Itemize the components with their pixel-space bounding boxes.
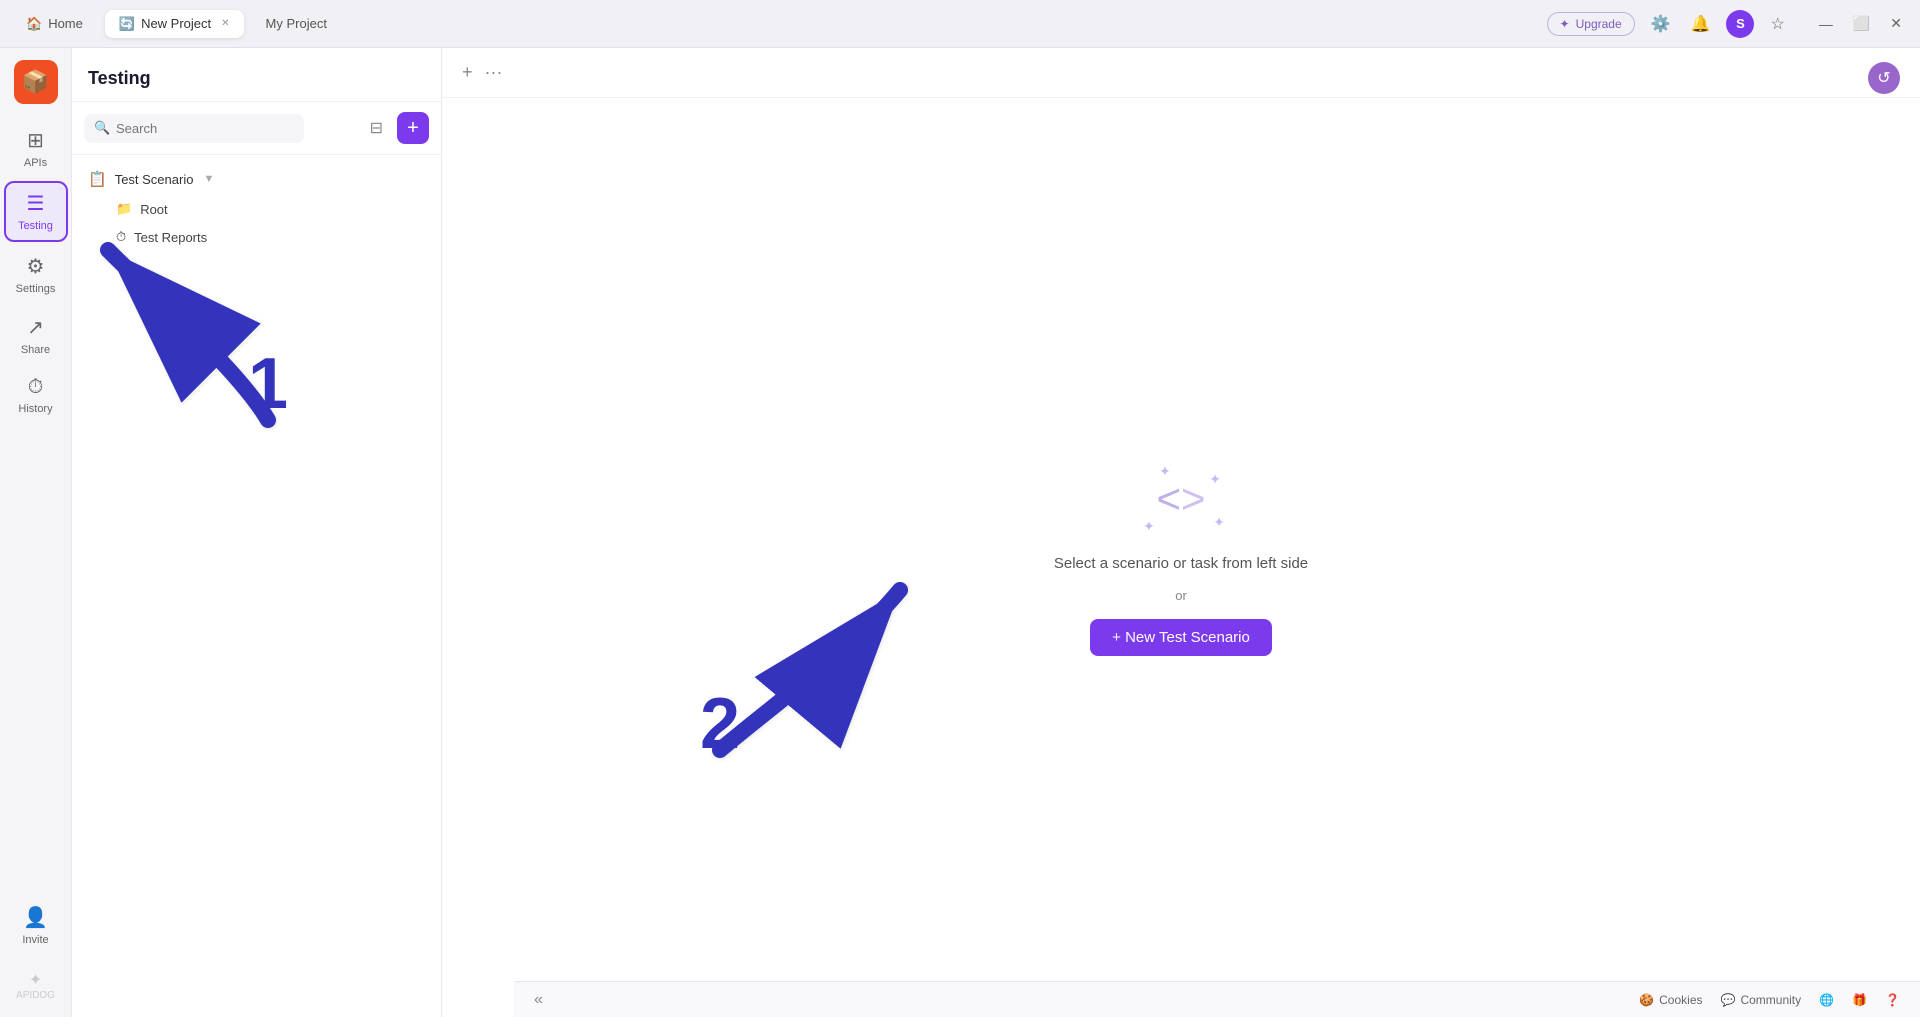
settings-icon: ⚙	[27, 254, 45, 279]
apidog-logo: ✦ APIDOG	[16, 970, 55, 1001]
close-button[interactable]: ✕	[1884, 13, 1908, 34]
upgrade-label: Upgrade	[1576, 17, 1622, 31]
main-layout: 📦 ⊞ APIs ☰ Testing ⚙ Settings ↗ Share ⏱ …	[0, 48, 1920, 1017]
collapse-panel-button[interactable]: «	[534, 991, 543, 1009]
tab-my-project[interactable]: My Project	[252, 10, 341, 37]
test-scenario-icon: 📋	[88, 170, 107, 188]
window-controls: — ⬜ ✕	[1813, 13, 1908, 34]
icon-sidebar: 📦 ⊞ APIs ☰ Testing ⚙ Settings ↗ Share ⏱ …	[0, 48, 72, 1017]
filter-button[interactable]: ⊟	[364, 114, 389, 142]
testing-label: Testing	[18, 220, 53, 232]
question-link[interactable]: ❓	[1885, 993, 1900, 1007]
home-icon: 🏠	[26, 16, 42, 32]
tab-home[interactable]: 🏠 Home	[12, 10, 97, 38]
code-icon-decoration: ✦ ✦ ✦ ✦ < >	[1131, 459, 1231, 539]
invite-label: Invite	[22, 934, 48, 946]
settings-icon-btn[interactable]: ⚙️	[1647, 10, 1675, 38]
content-toolbar: + ···	[442, 48, 1920, 98]
chevron-down-icon: ▼	[203, 173, 214, 185]
reports-icon: ⏱	[116, 229, 126, 245]
empty-state: ✦ ✦ ✦ ✦ < > Select a scenario or task fr…	[442, 98, 1920, 1017]
add-tool-button[interactable]: +	[462, 62, 473, 83]
settings-label: Settings	[16, 283, 56, 295]
panel-toolbar: 🔍 ⊟ +	[72, 102, 441, 155]
title-bar-right: ✦ Upgrade ⚙️ 🔔 S ☆ — ⬜ ✕	[1547, 10, 1908, 38]
sync-icon: ↺	[1877, 68, 1890, 88]
maximize-button[interactable]: ⬜	[1847, 13, 1876, 34]
bottom-bar: « 🍪 Cookies 💬 Community 🌐 🎁 ❓	[514, 981, 1920, 1017]
empty-state-text: Select a scenario or task from left side	[1054, 555, 1308, 572]
new-scenario-label: + New Test Scenario	[1112, 629, 1250, 646]
panel-title: Testing	[72, 48, 441, 102]
test-scenario-label: Test Scenario	[115, 172, 194, 187]
apis-icon: ⊞	[27, 128, 44, 153]
share-icon: ↗	[27, 315, 44, 340]
refresh-icon[interactable]: ↺	[1868, 62, 1900, 94]
main-content: ↺ + ··· ✦ ✦ ✦ ✦ < > Select a scenario or…	[442, 48, 1920, 1017]
help-link[interactable]: 🌐	[1819, 993, 1834, 1007]
search-icon: 🔍	[94, 120, 110, 136]
angle-right-icon: >	[1181, 475, 1206, 523]
community-link[interactable]: 💬 Community	[1721, 993, 1802, 1007]
tree-item-root[interactable]: 📁 Root	[104, 195, 441, 223]
help-icon: 🌐	[1819, 993, 1834, 1007]
angle-left-icon: <	[1156, 475, 1181, 523]
sparkle-icon-1: ✦	[1159, 463, 1171, 480]
notifications-icon-btn[interactable]: 🔔	[1687, 10, 1715, 38]
testing-icon: ☰	[27, 191, 45, 216]
sidebar-item-history[interactable]: ⏱ History	[4, 368, 68, 423]
tab-my-project-label: My Project	[266, 16, 327, 31]
panel-tree: 📋 Test Scenario ▼ 📁 Root ⏱ Test Reports	[72, 155, 441, 259]
sparkle-icon-4: ✦	[1143, 518, 1155, 535]
more-tool-button[interactable]: ···	[485, 62, 503, 83]
gift-icon: 🎁	[1852, 993, 1867, 1007]
tree-item-test-scenario[interactable]: 📋 Test Scenario ▼	[72, 163, 441, 195]
sidebar-item-share[interactable]: ↗ Share	[4, 307, 68, 364]
history-icon: ⏱	[28, 376, 44, 399]
avatar-initial: S	[1736, 16, 1745, 31]
app-logo: 📦	[14, 60, 58, 104]
community-label: Community	[1740, 993, 1801, 1007]
code-brackets: < >	[1156, 475, 1205, 523]
question-icon: ❓	[1885, 993, 1900, 1007]
panel-sidebar: Testing 🔍 ⊟ + 📋 Test Scenario ▼ 📁 Root	[72, 48, 442, 1017]
bookmark-icon-btn[interactable]: ☆	[1766, 10, 1788, 38]
sparkle-icon-3: ✦	[1213, 514, 1225, 531]
apis-label: APIs	[24, 157, 47, 169]
apidog-text: APIDOG	[16, 990, 55, 1001]
test-reports-label: Test Reports	[134, 230, 207, 245]
gift-link[interactable]: 🎁	[1852, 993, 1867, 1007]
add-button[interactable]: +	[397, 112, 429, 144]
search-wrap: 🔍	[84, 114, 356, 143]
project-icon: 🔄	[119, 16, 135, 32]
sidebar-item-apis[interactable]: ⊞ APIs	[4, 120, 68, 177]
folder-icon: 📁	[116, 201, 132, 217]
tab-close-icon[interactable]: ✕	[221, 18, 229, 29]
history-label: History	[18, 403, 52, 415]
cookies-label: Cookies	[1659, 993, 1702, 1007]
search-input[interactable]	[84, 114, 304, 143]
minimize-button[interactable]: —	[1813, 13, 1839, 34]
invite-icon: 👤	[23, 905, 48, 930]
sidebar-item-settings[interactable]: ⚙ Settings	[4, 246, 68, 303]
tree-sub: 📁 Root ⏱ Test Reports	[72, 195, 441, 251]
title-bar: 🏠 Home 🔄 New Project ✕ My Project ✦ Upgr…	[0, 0, 1920, 48]
cookies-icon: 🍪	[1639, 993, 1654, 1007]
tree-item-test-reports[interactable]: ⏱ Test Reports	[104, 223, 441, 251]
new-test-scenario-button[interactable]: + New Test Scenario	[1090, 619, 1272, 656]
empty-state-or: or	[1175, 588, 1187, 603]
tab-home-label: Home	[48, 16, 83, 31]
tab-new-project[interactable]: 🔄 New Project ✕	[105, 10, 244, 38]
upgrade-button[interactable]: ✦ Upgrade	[1547, 12, 1635, 36]
sidebar-item-testing[interactable]: ☰ Testing	[4, 181, 68, 242]
upgrade-star-icon: ✦	[1560, 17, 1570, 31]
sidebar-item-invite[interactable]: 👤 Invite	[4, 897, 68, 954]
sparkle-icon-2: ✦	[1209, 471, 1221, 488]
root-label: Root	[140, 202, 167, 217]
cookies-link[interactable]: 🍪 Cookies	[1639, 993, 1702, 1007]
tab-new-project-label: New Project	[141, 16, 211, 31]
community-icon: 💬	[1721, 993, 1736, 1007]
user-avatar[interactable]: S	[1726, 10, 1754, 38]
share-label: Share	[21, 344, 50, 356]
